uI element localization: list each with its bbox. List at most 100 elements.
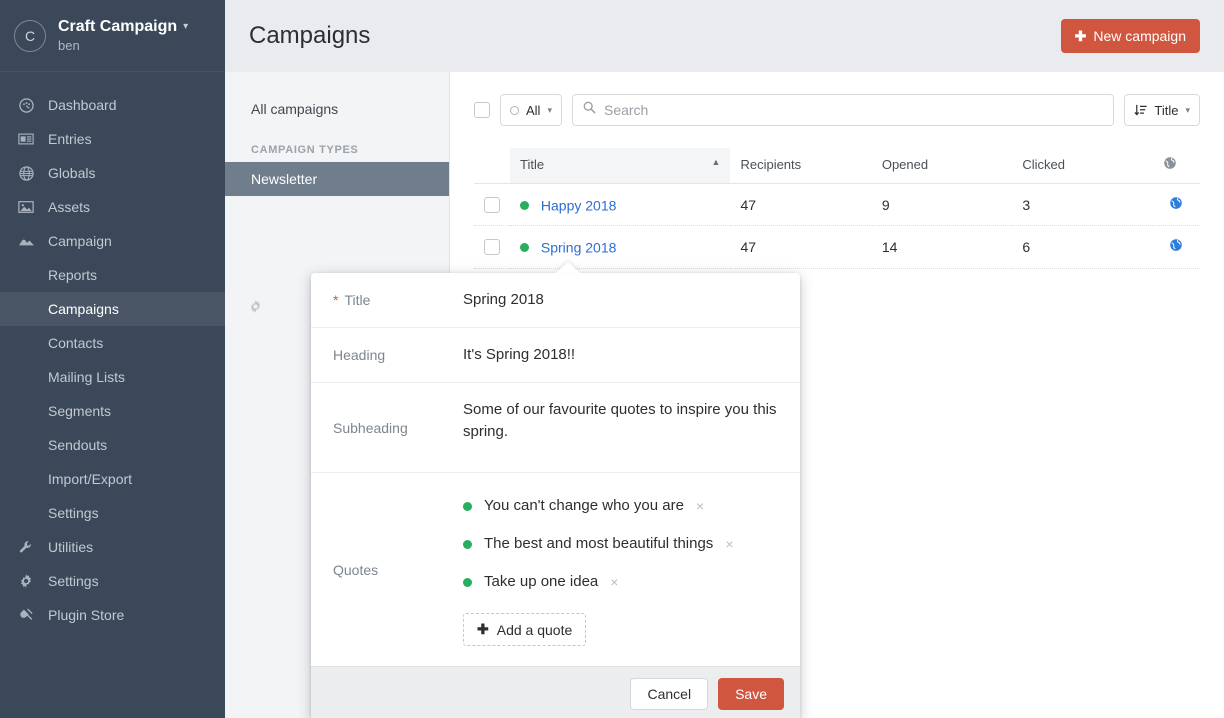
site-title: Craft Campaign (58, 18, 178, 35)
column-header-opened[interactable]: Opened (871, 148, 1013, 184)
status-filter-button[interactable]: All ▾ (500, 94, 562, 126)
site-switcher[interactable]: C Craft Campaign ▾ ben (0, 0, 225, 72)
remove-icon[interactable]: × (696, 495, 704, 517)
search-input[interactable] (603, 102, 1104, 118)
sidebar-item-label: Campaign (48, 233, 112, 249)
site-identity: Craft Campaign ▾ ben (58, 17, 188, 54)
sidebar-item-entries[interactable]: Entries (0, 122, 225, 156)
column-header-globe (1152, 148, 1200, 184)
sort-label: Title (1154, 102, 1179, 118)
cancel-button[interactable]: Cancel (630, 678, 709, 710)
sidebar-item-dashboard[interactable]: Dashboard (0, 88, 225, 122)
remove-icon[interactable]: × (725, 533, 733, 555)
sort-button[interactable]: Title ▾ (1124, 94, 1200, 126)
campaign-link[interactable]: Happy 2018 (541, 197, 617, 213)
row-checkbox-cell (474, 183, 510, 227)
sidebar-item-label: Mailing Lists (48, 369, 126, 385)
row-clicked: 3 (1012, 183, 1153, 227)
sidebar-item-campaign-settings[interactable]: Settings (0, 496, 225, 530)
globe-icon[interactable] (1169, 197, 1183, 213)
sidebar-item-campaign[interactable]: Campaign (0, 224, 225, 258)
sidebar-item-label: Utilities (48, 539, 94, 555)
field-subheading-label: Subheading (311, 383, 445, 472)
table-head: ▲ Title Recipients Opened Clicked (474, 148, 1200, 184)
add-quote-button[interactable]: ✚ Add a quote (463, 613, 587, 646)
table-body: Happy 2018 47 9 3 Spring 2018 47 14 6 (474, 183, 1200, 269)
chevron-down-icon: ▾ (1185, 104, 1190, 115)
globe-icon (1163, 157, 1177, 173)
table-row[interactable]: Spring 2018 47 14 6 (474, 225, 1200, 269)
field-title-value[interactable]: Spring 2018 (445, 273, 800, 327)
site-title-row[interactable]: Craft Campaign ▾ (58, 17, 188, 36)
quotes-list: You can't change who you are × The best … (445, 473, 800, 666)
status-filter-label: All (526, 102, 541, 118)
field-title: * Title Spring 2018 (311, 273, 800, 328)
table-row[interactable]: Happy 2018 47 9 3 (474, 183, 1200, 227)
search-icon (583, 101, 596, 119)
sidebar-item-settings[interactable]: Settings (0, 564, 225, 598)
column-label: Recipients (740, 157, 802, 172)
quote-item[interactable]: The best and most beautiful things × (463, 533, 782, 555)
sidebar-item-reports[interactable]: Reports (0, 258, 225, 292)
table-header-row: ▲ Title Recipients Opened Clicked (474, 148, 1200, 184)
sidebar-item-campaigns[interactable]: Campaigns (0, 292, 225, 326)
remove-icon[interactable]: × (610, 571, 618, 593)
sidebar-item-globals[interactable]: Globals (0, 156, 225, 190)
new-campaign-button[interactable]: ✚ New campaign (1060, 19, 1200, 53)
row-opened: 14 (871, 225, 1013, 269)
column-label: Clicked (1022, 157, 1066, 172)
column-header-title[interactable]: ▲ Title (510, 148, 731, 184)
quote-item[interactable]: You can't change who you are × (463, 495, 782, 517)
label-text: Title (344, 292, 371, 308)
sidebar-item-mailing-lists[interactable]: Mailing Lists (0, 360, 225, 394)
column-header-recipients[interactable]: Recipients (730, 148, 872, 184)
sidebar-item-sendouts[interactable]: Sendouts (0, 428, 225, 462)
column-header-clicked[interactable]: Clicked (1012, 148, 1153, 184)
sidebar-item-label: Import/Export (48, 471, 133, 487)
row-globe-cell[interactable] (1152, 183, 1200, 227)
sidebar-item-segments[interactable]: Segments (0, 394, 225, 428)
column-label: Title (520, 157, 545, 172)
hud-footer: Cancel Save (311, 666, 800, 718)
sidebar-item-utilities[interactable]: Utilities (0, 530, 225, 564)
field-heading: Heading It's Spring 2018!! (311, 328, 800, 383)
username: ben (58, 38, 80, 53)
required-asterisk: * (333, 292, 339, 308)
gear-icon[interactable] (249, 300, 262, 318)
sidebar-item-label: Sendouts (48, 437, 108, 453)
status-indicator (463, 539, 472, 549)
app-root: C Craft Campaign ▾ ben Dashboard Entries… (0, 0, 1224, 718)
sidebar-item-label: Settings (48, 573, 99, 589)
row-checkbox[interactable] (484, 238, 500, 255)
field-heading-value[interactable]: It's Spring 2018!! (445, 328, 800, 382)
globe-icon[interactable] (1169, 239, 1183, 255)
source-newsletter[interactable]: Newsletter (225, 162, 449, 196)
avatar: C (14, 19, 46, 52)
row-title-cell: Happy 2018 (510, 183, 731, 227)
field-title-label: * Title (311, 273, 445, 327)
sidebar-item-import-export[interactable]: Import/Export (0, 462, 225, 496)
campaign-link[interactable]: Spring 2018 (541, 240, 617, 256)
select-all-checkbox[interactable] (474, 102, 490, 118)
sidebar-item-contacts[interactable]: Contacts (0, 326, 225, 360)
hud-pointer (556, 262, 580, 273)
row-globe-cell[interactable] (1152, 225, 1200, 269)
index-toolbar: All ▾ Title ▾ (474, 94, 1200, 126)
sidebar-item-assets[interactable]: Assets (0, 190, 225, 224)
source-all-campaigns[interactable]: All campaigns (225, 92, 449, 126)
field-heading-label: Heading (311, 328, 445, 382)
sidebar-item-label: Plugin Store (48, 607, 125, 623)
global-nav: Dashboard Entries Globals Assets Campaig… (0, 72, 225, 632)
add-quote-label: Add a quote (496, 621, 573, 638)
sidebar-item-plugin-store[interactable]: Plugin Store (0, 598, 225, 632)
field-subheading-value[interactable]: Some of our favourite quotes to inspire … (445, 383, 800, 472)
row-checkbox[interactable] (484, 196, 500, 213)
search-box[interactable] (571, 94, 1115, 126)
page-title: Campaigns (249, 22, 371, 49)
field-subheading: Subheading Some of our favourite quotes … (311, 383, 800, 473)
field-quotes: Quotes You can't change who you are × Th… (311, 473, 800, 666)
quote-item[interactable]: Take up one idea × (463, 571, 782, 593)
new-campaign-label: New campaign (1093, 28, 1186, 44)
quote-title: You can't change who you are (484, 497, 684, 514)
save-button[interactable]: Save (718, 678, 784, 710)
